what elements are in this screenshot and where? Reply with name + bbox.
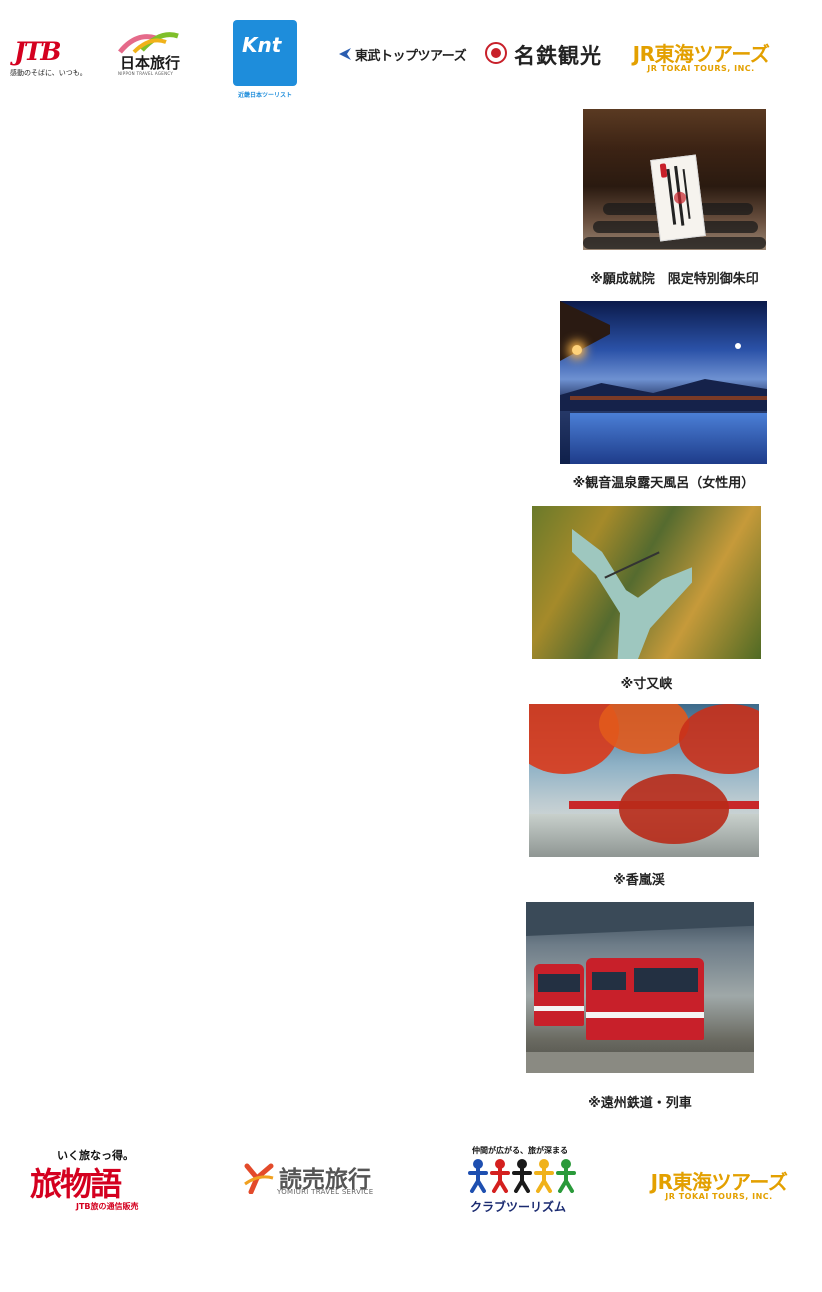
nippon-travel-logo-link[interactable]: 日本旅行 NIPPON TRAVEL AGENCY <box>110 30 182 78</box>
enshu-railway-photo <box>526 902 754 1073</box>
kannon-onsen-caption: ※観音温泉露天風呂（女性用） <box>572 476 755 491</box>
knt-logo-link[interactable]: Knt 近畿日本ツーリスト <box>233 20 297 99</box>
tobu-logo-text: 東武トップツアーズ <box>355 49 467 64</box>
tabimonogatari-logo-text: 旅物語 <box>30 1165 122 1203</box>
jr-tokai-logo-text: JR東海ツアーズ <box>632 42 770 66</box>
jr-tokai-bottom-logo-sub: JR TOKAI TOURS, INC. <box>665 1192 773 1201</box>
ntb-logo-text: 日本旅行 <box>120 54 181 72</box>
club-tourism-logo-link[interactable]: 仲間が広がる、旅が深まる クラブツーリズム <box>466 1143 582 1215</box>
jr-tokai-tours-bottom-logo-link[interactable]: JR東海ツアーズ JR TOKAI TOURS, INC. <box>648 1166 790 1208</box>
jr-tokai-tours-top-logo-link[interactable]: JR東海ツアーズ JR TOKAI TOURS, INC. <box>630 38 772 80</box>
sumatakyo-caption: ※寸又峡 <box>620 677 673 692</box>
tabimonogatari-logo-sub: JTB旅の通信販売 <box>76 1202 139 1211</box>
ntb-arc-icon <box>118 32 179 54</box>
korankei-photo <box>529 704 759 857</box>
club-tourism-figures-icon <box>468 1159 576 1193</box>
jtb-logo-text: JTB <box>14 37 62 66</box>
enshu-railway-caption: ※遠州鉄道・列車 <box>588 1096 692 1111</box>
tobu-mark-icon <box>339 48 351 60</box>
meitetsu-mark-icon <box>485 42 507 64</box>
ntb-logo-sub: NIPPON TRAVEL AGENCY <box>118 71 174 76</box>
sumatakyo-photo <box>532 506 761 659</box>
ganjojuin-goshuin-photo <box>583 109 766 250</box>
jr-tokai-bottom-logo-text: JR東海ツアーズ <box>650 1170 788 1194</box>
ganjojuin-caption: ※願成就院 限定特別御朱印 <box>590 272 759 287</box>
kannon-onsen-photo <box>560 301 767 464</box>
jtb-tagline: 感動のそばに、いつも。 <box>10 69 87 77</box>
club-tourism-logo-text: クラブツーリズム <box>470 1200 567 1214</box>
knt-logo-sub: 近畿日本ツーリスト <box>237 92 292 99</box>
jtb-logo-link[interactable]: JTB 感動のそばに、いつも。 <box>6 37 87 81</box>
meitetsu-kanko-logo-link[interactable]: 名鉄観光 <box>482 36 602 70</box>
korankei-caption: ※香嵐渓 <box>613 873 665 888</box>
tabimonogatari-logo-link[interactable]: いく旅なっ得。 旅物語 JTB旅の通信販売 <box>22 1133 157 1217</box>
yomiuri-travel-logo-link[interactable]: 読売旅行 YOMIURI TRAVEL SERVICE <box>243 1158 389 1202</box>
tobu-top-tours-logo-link[interactable]: 東武トップツアーズ <box>335 40 467 66</box>
jr-tokai-logo-sub: JR TOKAI TOURS, INC. <box>647 64 755 73</box>
meitetsu-logo-text: 名鉄観光 <box>514 44 602 68</box>
yomiuri-y-icon <box>244 1163 274 1194</box>
knt-logo-text: Knt <box>242 33 282 57</box>
yomiuri-logo-sub: YOMIURI TRAVEL SERVICE <box>277 1188 374 1196</box>
club-tourism-tagline: 仲間が広がる、旅が深まる <box>472 1146 568 1155</box>
